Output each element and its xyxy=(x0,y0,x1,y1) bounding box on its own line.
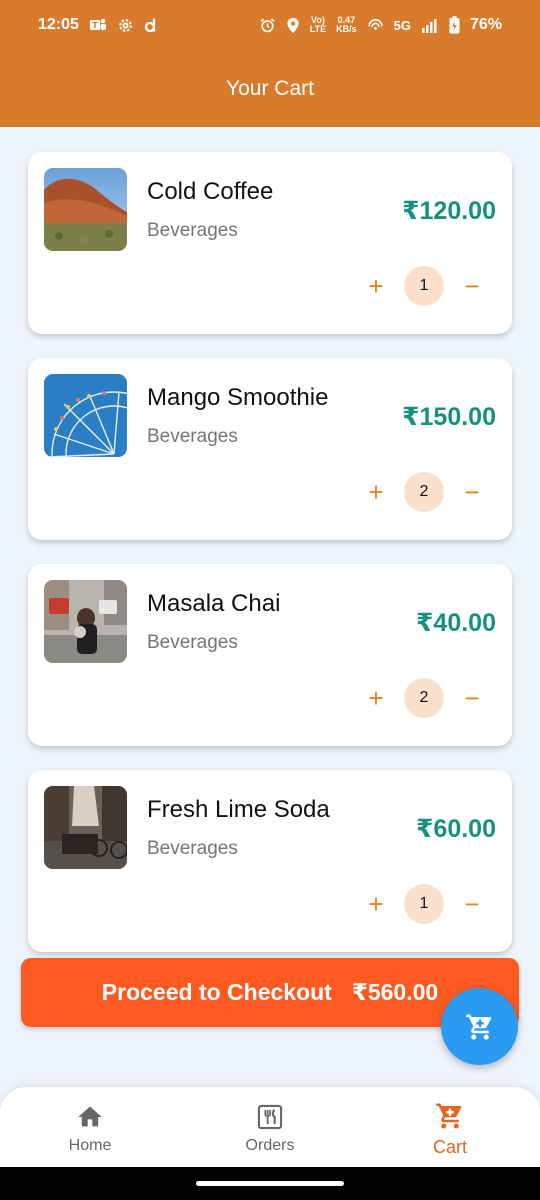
status-bar-right: Vo) LTE 0.47 KB/s 5G 76% xyxy=(259,16,502,34)
svg-text:T: T xyxy=(92,21,98,30)
quantity-value: 2 xyxy=(404,472,444,512)
increase-quantity-button[interactable]: + xyxy=(364,685,388,711)
item-name: Mango Smoothie xyxy=(147,384,329,411)
volte-indicator: Vo) LTE xyxy=(310,16,326,34)
settings-icon xyxy=(117,17,134,34)
nav-item-label: Cart xyxy=(432,1136,467,1157)
status-time: 12:05 xyxy=(38,16,79,33)
cart-item: Fresh Lime Soda Beverages ₹60.00 + 1 − xyxy=(28,770,512,952)
checkout-label: Proceed to Checkout xyxy=(101,979,332,1005)
increase-quantity-button[interactable]: + xyxy=(364,273,388,299)
item-price: ₹150.00 xyxy=(402,403,496,431)
alarm-icon xyxy=(259,17,276,34)
item-name: Fresh Lime Soda xyxy=(147,796,330,823)
decrease-quantity-button[interactable]: − xyxy=(460,685,484,711)
decrease-quantity-button[interactable]: − xyxy=(460,479,484,505)
network-type: 5G xyxy=(393,17,411,33)
teams-icon: T xyxy=(89,17,107,33)
volte-bottom: LTE xyxy=(309,24,327,34)
checkout-total: ₹560.00 xyxy=(351,979,439,1005)
cart-fab-button[interactable] xyxy=(441,988,518,1065)
cart-item: Cold Coffee Beverages ₹120.00 + 1 − xyxy=(28,152,512,334)
item-price: ₹60.00 xyxy=(416,815,496,843)
quantity-stepper: + 2 − xyxy=(364,678,484,718)
home-gesture-handle[interactable] xyxy=(196,1181,344,1186)
nav-item-label: Home xyxy=(68,1137,112,1154)
cart-item: Masala Chai Beverages ₹40.00 + 2 − xyxy=(28,564,512,746)
network-speed-unit: KB/s xyxy=(336,24,357,34)
item-price: ₹40.00 xyxy=(416,609,496,637)
item-thumbnail xyxy=(44,374,127,457)
battery-percent: 76% xyxy=(469,16,502,33)
network-speed: 0.47 KB/s xyxy=(336,16,357,34)
cart-icon xyxy=(435,1101,465,1131)
cart-item: Mango Smoothie Beverages ₹150.00 + 2 − xyxy=(28,358,512,540)
d-app-icon xyxy=(144,17,158,33)
item-category: Beverages xyxy=(147,838,238,859)
cart-icon xyxy=(465,1012,495,1042)
increase-quantity-button[interactable]: + xyxy=(364,479,388,505)
quantity-stepper: + 2 − xyxy=(364,472,484,512)
bottom-navigation: Home Orders Cart xyxy=(0,1087,540,1167)
item-category: Beverages xyxy=(147,426,238,447)
item-name: Cold Coffee xyxy=(147,178,274,205)
status-bar-left: 12:05 T xyxy=(38,16,158,34)
nav-item-orders[interactable]: Orders xyxy=(180,1087,360,1167)
system-gesture-bar xyxy=(0,1167,540,1200)
nav-item-cart[interactable]: Cart xyxy=(360,1087,540,1167)
quantity-stepper: + 1 − xyxy=(364,884,484,924)
hotspot-icon xyxy=(367,18,384,33)
quantity-value: 1 xyxy=(404,266,444,306)
quantity-value: 2 xyxy=(404,678,444,718)
item-price: ₹120.00 xyxy=(402,197,496,225)
location-icon xyxy=(286,17,300,34)
quantity-value: 1 xyxy=(404,884,444,924)
quantity-stepper: + 1 − xyxy=(364,266,484,306)
item-thumbnail xyxy=(44,168,127,251)
restaurant-icon xyxy=(256,1103,284,1131)
signal-icon xyxy=(421,18,439,33)
nav-item-label: Orders xyxy=(245,1137,295,1154)
status-bar: 12:05 T Vo) LTE 0.47 KB/s 5G 76% xyxy=(0,0,540,50)
nav-item-home[interactable]: Home xyxy=(0,1087,180,1167)
app-bar: Your Cart xyxy=(0,50,540,127)
item-name: Masala Chai xyxy=(147,590,281,617)
item-category: Beverages xyxy=(147,220,238,241)
item-thumbnail xyxy=(44,786,127,869)
decrease-quantity-button[interactable]: − xyxy=(460,891,484,917)
increase-quantity-button[interactable]: + xyxy=(364,891,388,917)
battery-icon xyxy=(449,16,460,34)
item-category: Beverages xyxy=(147,632,238,653)
item-thumbnail xyxy=(44,580,127,663)
home-icon xyxy=(76,1103,104,1131)
decrease-quantity-button[interactable]: − xyxy=(460,273,484,299)
page-title: Your Cart xyxy=(226,76,314,100)
